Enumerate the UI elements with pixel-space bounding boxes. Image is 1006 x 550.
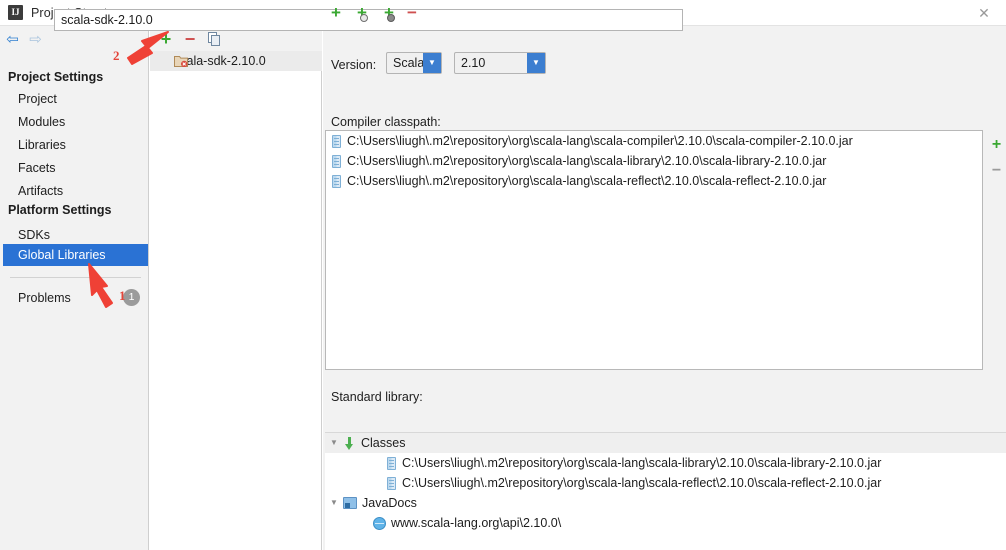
sidebar-group-platform-settings: Platform Settings — [8, 203, 112, 217]
sidebar-item-sdks[interactable]: SDKs — [3, 224, 148, 246]
tree-row[interactable]: www.scala-lang.org\api\2.10.0\ — [325, 513, 1006, 533]
javadoc-icon — [343, 497, 357, 509]
compiler-classpath-list[interactable]: C:\Users\liugh\.m2\repository\org\scala-… — [325, 130, 983, 370]
classes-root-path: C:\Users\liugh\.m2\repository\org\scala-… — [402, 476, 882, 490]
remove-library-button[interactable]: − — [180, 29, 200, 48]
jar-file-icon — [387, 456, 396, 470]
classes-icon — [343, 436, 356, 450]
back-arrow-icon[interactable]: ⇦ — [4, 31, 21, 47]
tree-node-classes[interactable]: ▼ Classes — [325, 433, 1006, 453]
classpath-side-toolbar: + − — [985, 130, 1006, 370]
add-root-button[interactable]: + — [328, 3, 344, 21]
sidebar-item-modules[interactable]: Modules — [3, 111, 148, 133]
add-classes-glyph: + — [357, 2, 368, 22]
classes-badge-icon — [359, 13, 368, 22]
list-item[interactable]: C:\Users\liugh\.m2\repository\org\scala-… — [326, 151, 982, 171]
tree-node-javadocs[interactable]: ▼ JavaDocs — [325, 493, 1006, 513]
add-javadocs-root-button[interactable]: + — [378, 2, 400, 22]
project-structure-dialog: IJ Project Structure ✕ ⇦ ⇨ Project Setti… — [0, 0, 1006, 550]
classpath-entry-path: C:\Users\liugh\.m2\repository\org\scala-… — [347, 134, 853, 148]
standard-library-tree: ▼ Classes C:\Users\liugh\.m2\repository\… — [325, 433, 1006, 550]
version-label: Version: — [331, 58, 377, 72]
standard-library-toolbar — [325, 409, 1006, 433]
jar-file-icon — [387, 476, 396, 490]
annotation-arrow-2 — [124, 30, 172, 77]
libraries-tree-panel: + − scala-sdk-2.10.0 — [150, 26, 322, 550]
tree-node-label: Classes — [361, 436, 406, 450]
jar-file-icon — [332, 174, 341, 188]
standard-library-label: Standard library: — [331, 390, 423, 404]
version-language-value: Scala — [393, 56, 423, 70]
forward-arrow-icon[interactable]: ⇨ — [27, 31, 44, 47]
remove-root-button[interactable]: − — [404, 3, 420, 21]
copy-icon[interactable] — [204, 29, 224, 48]
annotation-arrow-1 — [85, 262, 135, 313]
remove-classpath-button[interactable]: − — [989, 162, 1004, 178]
version-language-select[interactable]: Scala ▼ — [386, 52, 442, 74]
chevron-down-icon[interactable]: ▼ — [527, 53, 545, 73]
classpath-entry-path: C:\Users\liugh\.m2\repository\org\scala-… — [347, 154, 827, 168]
scala-library-icon — [174, 55, 188, 68]
list-item[interactable]: C:\Users\liugh\.m2\repository\org\scala-… — [326, 131, 982, 151]
close-icon[interactable]: ✕ — [962, 0, 1006, 26]
add-classpath-button[interactable]: + — [989, 136, 1004, 152]
list-item[interactable]: C:\Users\liugh\.m2\repository\org\scala-… — [326, 171, 982, 191]
version-number-value: 2.10 — [461, 56, 486, 70]
sidebar-item-libraries[interactable]: Libraries — [3, 134, 148, 156]
jar-file-icon — [332, 154, 341, 168]
chevron-down-icon[interactable]: ▼ — [325, 439, 343, 447]
sidebar-item-artifacts[interactable]: Artifacts — [3, 180, 148, 202]
compiler-classpath-label: Compiler classpath: — [331, 115, 441, 129]
chevron-down-icon[interactable]: ▼ — [423, 53, 441, 73]
tree-row[interactable]: C:\Users\liugh\.m2\repository\org\scala-… — [325, 473, 1006, 493]
tree-node-label: JavaDocs — [362, 496, 417, 510]
javadocs-badge-icon — [386, 13, 395, 22]
chevron-down-icon[interactable]: ▼ — [325, 499, 343, 507]
sidebar-item-facets[interactable]: Facets — [3, 157, 148, 179]
annotation-number-1: 1 — [119, 288, 126, 303]
classes-root-path: C:\Users\liugh\.m2\repository\org\scala-… — [402, 456, 882, 470]
classpath-entry-path: C:\Users\liugh\.m2\repository\org\scala-… — [347, 174, 827, 188]
add-javadocs-glyph: + — [384, 2, 395, 22]
add-classes-root-button[interactable]: + — [351, 2, 373, 22]
intellij-idea-icon: IJ — [8, 5, 23, 20]
version-number-select[interactable]: 2.10 ▼ — [454, 52, 546, 74]
tree-row[interactable]: C:\Users\liugh\.m2\repository\org\scala-… — [325, 453, 1006, 473]
annotation-number-2: 2 — [113, 48, 120, 63]
sidebar-item-project[interactable]: Project — [3, 88, 148, 110]
globe-icon — [373, 516, 386, 530]
javadoc-url: www.scala-lang.org\api\2.10.0\ — [391, 516, 562, 530]
jar-file-icon — [332, 134, 341, 148]
sidebar-group-project-settings: Project Settings — [8, 70, 104, 84]
